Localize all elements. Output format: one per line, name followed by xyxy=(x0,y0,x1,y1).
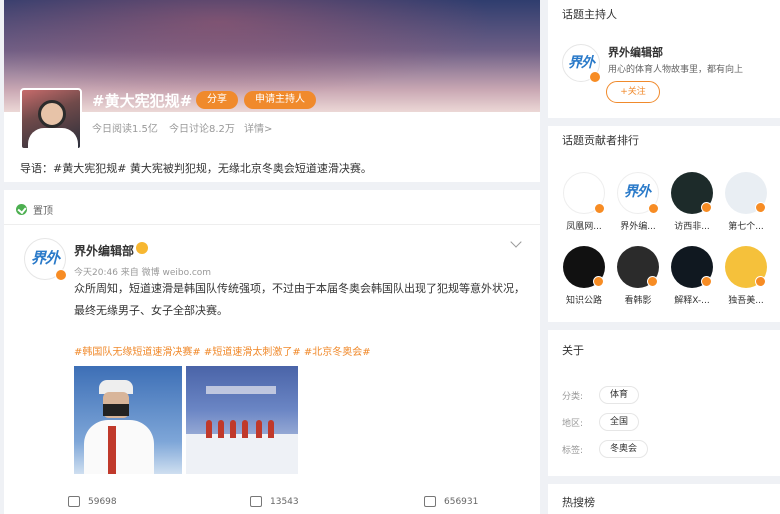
host-name[interactable]: 界外编辑部 xyxy=(608,44,663,60)
post-image-podium[interactable] xyxy=(186,366,298,474)
contributor-avatar xyxy=(563,172,605,214)
contributor-item[interactable]: 看韩影 xyxy=(614,246,662,306)
like-button[interactable]: 656931 xyxy=(424,496,478,507)
topic-host-card: 话题主持人 界外 界外编辑部 用心的体育人物故事里，都有向上 +关注 xyxy=(548,0,780,118)
contributor-item[interactable]: 凤凰网... xyxy=(560,172,608,232)
contributor-name: 第七个... xyxy=(728,222,764,232)
category-label: 分类: xyxy=(562,391,584,402)
comment-icon xyxy=(250,496,262,507)
contributor-logo: 界外 xyxy=(624,184,651,200)
about-section-title: 关于 xyxy=(562,344,584,357)
comment-button[interactable]: 13543 xyxy=(250,496,299,507)
verified-badge-icon xyxy=(647,276,658,287)
apply-host-button[interactable]: 申请主持人 xyxy=(244,91,316,109)
topic-header-card: #黄大宪犯规# 分享 申请主持人 今日阅读1.5亿 今日讨论8.2万 详情> 导… xyxy=(4,0,540,182)
contributor-item[interactable]: 解释X-... xyxy=(668,246,716,306)
member-emoji-icon xyxy=(136,242,148,254)
post-author-avatar[interactable]: 界外 xyxy=(24,238,67,281)
contributor-name: 界外编... xyxy=(620,222,656,232)
post-author-name[interactable]: 界外编辑部 xyxy=(74,242,134,259)
divider xyxy=(4,224,540,225)
about-category-row: 分类: 体育 xyxy=(562,386,640,404)
tag-label: 标签: xyxy=(562,445,584,456)
topic-intro: 导语：#黄大宪犯规# 黄大宪被判犯规，无缘北京冬奥会短道速滑决赛。 xyxy=(20,162,372,175)
topic-title: #黄大宪犯规# xyxy=(92,92,193,110)
post-meta: 今天20:46 来自 微博 weibo.com xyxy=(74,268,212,278)
verified-badge-icon xyxy=(701,202,712,213)
host-avatar[interactable]: 界外 xyxy=(562,44,601,83)
contributor-avatar xyxy=(671,246,713,288)
category-value[interactable]: 体育 xyxy=(599,386,640,404)
contributor-item[interactable]: 访西非... xyxy=(668,172,716,232)
region-label: 地区: xyxy=(562,418,584,429)
verified-badge-icon xyxy=(55,269,67,281)
host-description: 用心的体育人物故事里，都有向上 xyxy=(608,65,744,75)
host-logo: 界外 xyxy=(568,55,595,71)
verified-badge-icon xyxy=(755,276,766,287)
topic-avatar[interactable] xyxy=(20,88,82,150)
verified-badge-icon xyxy=(593,276,604,287)
contributor-avatar: 界外 xyxy=(617,172,659,214)
contributors-card: 话题贡献者排行 凤凰网... 界外 界外编... 访西非... 第七个... 知… xyxy=(548,126,780,322)
contributor-name: 凤凰网... xyxy=(566,222,602,232)
pinned-label: 置顶 xyxy=(16,202,53,217)
detail-link[interactable]: 详情> xyxy=(244,120,272,135)
about-tag-row: 标签: 冬奥会 xyxy=(562,440,649,458)
contributor-name: 知识公路 xyxy=(565,296,602,306)
contributor-avatar xyxy=(671,172,713,214)
repost-icon xyxy=(68,496,80,507)
contributors-section-title: 话题贡献者排行 xyxy=(562,134,639,147)
repost-button[interactable]: 59698 xyxy=(68,496,117,507)
contributor-avatar xyxy=(563,246,605,288)
contributor-item[interactable]: 独吾美... xyxy=(722,246,770,306)
contributor-item[interactable]: 第七个... xyxy=(722,172,770,232)
verified-badge-icon xyxy=(701,276,712,287)
contributor-avatar xyxy=(725,246,767,288)
thumbs-up-icon xyxy=(424,496,436,507)
hot-search-card: 热搜榜 xyxy=(548,484,780,514)
verified-badge-icon xyxy=(589,71,601,83)
about-region-row: 地区: 全国 xyxy=(562,413,640,431)
verified-badge-icon xyxy=(755,202,766,213)
repost-count: 59698 xyxy=(88,496,117,507)
post-image-coach[interactable] xyxy=(74,366,182,474)
post-hashtags[interactable]: #韩国队无缘短道速滑决赛# #短道速滑太刺激了# #北京冬奥会# xyxy=(74,343,371,358)
about-card: 关于 分类: 体育 地区: 全国 标签: 冬奥会 xyxy=(548,330,780,476)
contributor-avatar xyxy=(725,172,767,214)
comment-count: 13543 xyxy=(270,496,299,507)
contributor-name: 看韩影 xyxy=(624,296,652,306)
contributor-item[interactable]: 界外 界外编... xyxy=(614,172,662,232)
contributor-name: 访西非... xyxy=(674,222,710,232)
pin-icon xyxy=(16,204,27,215)
pinned-post-card: 置顶 界外 界外编辑部 今天20:46 来自 微博 weibo.com 众所周知… xyxy=(4,190,540,514)
like-count: 656931 xyxy=(444,496,479,507)
read-count: 今日阅读1.5亿 xyxy=(92,124,158,135)
share-button[interactable]: 分享 xyxy=(196,91,238,109)
contributor-item[interactable]: 知识公路 xyxy=(560,246,608,306)
region-value[interactable]: 全国 xyxy=(599,413,640,431)
chevron-down-icon[interactable] xyxy=(510,236,522,248)
contributor-name: 独吾美... xyxy=(728,296,764,306)
pin-text: 置顶 xyxy=(33,206,53,217)
verified-badge-icon xyxy=(594,203,605,214)
post-text: 众所周知，短道速滑是韩国队传统强项，不过由于本届冬奥会韩国队出现了犯规等意外状况… xyxy=(74,282,525,317)
verified-badge-icon xyxy=(648,203,659,214)
tag-value[interactable]: 冬奥会 xyxy=(599,440,649,458)
host-section-title: 话题主持人 xyxy=(562,8,617,21)
hot-search-title[interactable]: 热搜榜 xyxy=(562,494,595,510)
contributor-avatar xyxy=(617,246,659,288)
follow-button[interactable]: +关注 xyxy=(606,81,660,103)
author-logo: 界外 xyxy=(31,249,60,267)
discuss-count: 今日讨论8.2万 xyxy=(169,124,235,135)
contributor-name: 解释X-... xyxy=(674,296,710,306)
